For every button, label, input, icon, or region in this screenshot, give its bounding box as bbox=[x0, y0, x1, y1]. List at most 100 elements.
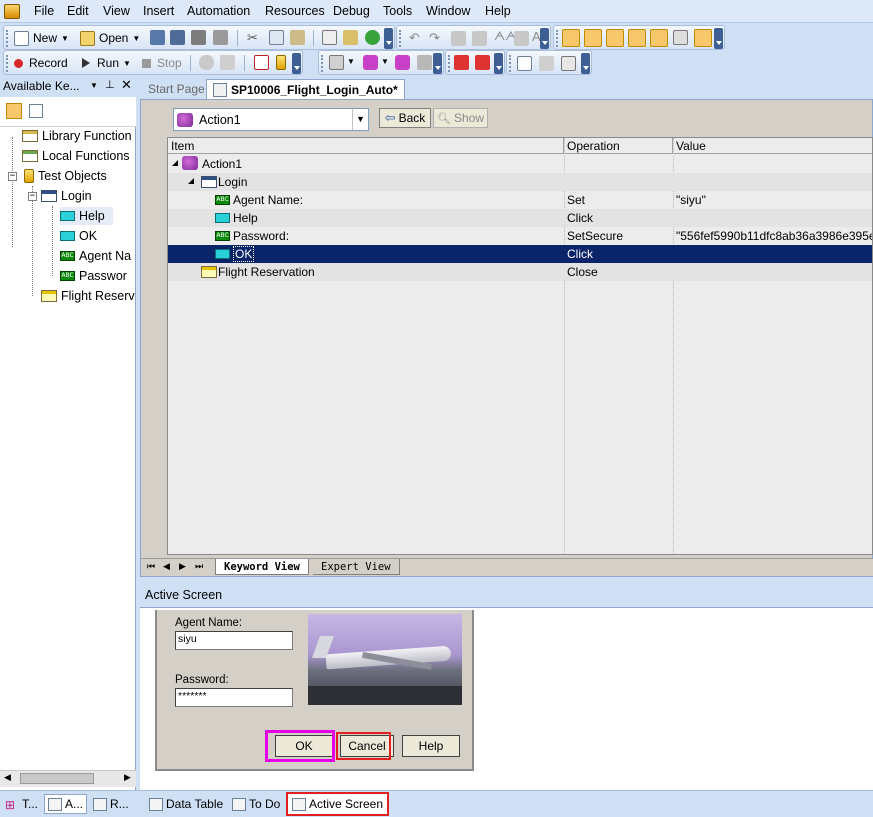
tree-item-agent-name[interactable]: ABC Agent Na bbox=[60, 247, 131, 265]
scroll-left-icon[interactable]: ◀ bbox=[4, 773, 11, 783]
collapse-toggle[interactable]: − bbox=[28, 192, 37, 201]
next-tab-icon[interactable]: ▶ bbox=[179, 562, 186, 572]
action-selector[interactable]: Action1 ▼ bbox=[173, 108, 369, 131]
tree-item-help[interactable]: Help bbox=[60, 207, 113, 225]
tree-item-test-objects[interactable]: Test Objects bbox=[24, 167, 107, 185]
print-preview-icon[interactable] bbox=[213, 30, 228, 45]
menu-automation[interactable]: Automation bbox=[187, 4, 250, 18]
uncomment-icon[interactable] bbox=[472, 31, 487, 46]
tab-active-screen[interactable]: Active Screen bbox=[286, 792, 390, 816]
undo-icon[interactable]: ↶ bbox=[409, 30, 420, 46]
back-button[interactable]: ⇦ Back bbox=[379, 108, 431, 128]
menu-window[interactable]: Window bbox=[426, 4, 470, 18]
call-action-icon[interactable] bbox=[395, 55, 410, 70]
tree-item-password[interactable]: ABC Passwor bbox=[60, 267, 127, 285]
replace-icon[interactable] bbox=[514, 31, 529, 46]
action-icon[interactable] bbox=[363, 55, 378, 70]
menu-file[interactable]: File bbox=[34, 4, 54, 18]
first-tab-icon[interactable]: ⏮ bbox=[147, 562, 155, 572]
tree-item-ok[interactable]: OK bbox=[60, 227, 97, 245]
copy-icon[interactable] bbox=[269, 30, 284, 45]
object-repository-icon[interactable] bbox=[343, 30, 358, 45]
tab-available-keywords[interactable]: A... bbox=[44, 794, 88, 814]
collapse-toggle[interactable]: − bbox=[8, 172, 17, 181]
active-screen-icon[interactable] bbox=[650, 29, 668, 47]
show-all-icon[interactable] bbox=[6, 103, 22, 119]
tab-start-page[interactable]: Start Page bbox=[142, 79, 211, 99]
test-objects-icon[interactable] bbox=[276, 55, 286, 70]
toolbar-overflow[interactable] bbox=[384, 28, 393, 49]
expand-triangle-icon[interactable]: ◢ bbox=[172, 158, 178, 167]
table-row[interactable]: Help Click bbox=[168, 209, 872, 227]
agent-name-field[interactable]: siyu bbox=[175, 631, 293, 650]
pin-icon[interactable]: ⊥ bbox=[105, 78, 115, 91]
table-row[interactable]: Flight Reservation Close bbox=[168, 263, 872, 281]
tab-expert-view[interactable]: Expert View bbox=[313, 559, 400, 575]
column-header-operation[interactable]: Operation bbox=[564, 138, 673, 154]
tab-to-do[interactable]: To Do bbox=[229, 794, 283, 814]
filter-icon[interactable] bbox=[29, 104, 43, 118]
open-button[interactable]: Open ▼ bbox=[80, 29, 140, 47]
new-button[interactable]: New ▼ bbox=[14, 29, 69, 47]
tab-keyword-view[interactable]: Keyword View bbox=[215, 559, 309, 575]
expert-view-icon[interactable] bbox=[584, 29, 602, 47]
object-spy-icon[interactable] bbox=[199, 55, 214, 70]
options-icon[interactable] bbox=[561, 56, 576, 71]
prev-tab-icon[interactable]: ◀ bbox=[163, 562, 170, 572]
tree-item-local-functions[interactable]: Local Functions bbox=[22, 147, 130, 165]
chevron-down-icon[interactable]: ▼ bbox=[347, 57, 355, 66]
toolbar-overflow[interactable] bbox=[433, 53, 442, 74]
chevron-down-icon[interactable]: ▼ bbox=[381, 57, 389, 66]
print-icon[interactable] bbox=[191, 30, 206, 45]
chevron-down-icon[interactable]: ▼ bbox=[352, 109, 368, 130]
list-icon[interactable] bbox=[517, 56, 532, 71]
last-tab-icon[interactable]: ⏭ bbox=[195, 562, 203, 572]
step-into-icon[interactable] bbox=[454, 55, 469, 70]
toolbar-grip[interactable] bbox=[448, 55, 451, 72]
tab-resources[interactable]: R... bbox=[90, 794, 132, 814]
menu-help[interactable]: Help bbox=[485, 4, 511, 18]
tree-item-flight-reservation[interactable]: Flight Reserv bbox=[41, 287, 135, 305]
horizontal-scrollbar[interactable]: ◀ ▶ bbox=[0, 770, 136, 787]
toolbar-grip[interactable] bbox=[6, 30, 9, 47]
pointer-icon[interactable] bbox=[220, 55, 235, 70]
expand-triangle-icon[interactable]: ◢ bbox=[188, 176, 194, 185]
cut-icon[interactable]: ✂ bbox=[247, 30, 258, 46]
table-row[interactable]: ◢ Login bbox=[168, 173, 872, 191]
toolbar-overflow[interactable] bbox=[540, 28, 549, 49]
toolbar-overflow[interactable] bbox=[494, 53, 503, 74]
toolbar-overflow[interactable] bbox=[292, 53, 301, 74]
keyword-view-icon[interactable] bbox=[562, 29, 580, 47]
tab-data-table[interactable]: Data Table bbox=[146, 794, 226, 814]
column-header-value[interactable]: Value bbox=[673, 138, 872, 154]
tab-test-flow[interactable]: ⊞ T... bbox=[2, 794, 41, 814]
toolbar-grip[interactable] bbox=[556, 30, 559, 47]
tree-item-library-functions[interactable]: Library Function bbox=[22, 127, 132, 145]
test-flow-icon[interactable] bbox=[606, 29, 624, 47]
menu-resources[interactable]: Resources bbox=[265, 4, 325, 18]
checkpoint-icon[interactable] bbox=[329, 55, 344, 70]
table-row[interactable]: ABC Agent Name: Set "siyu" bbox=[168, 191, 872, 209]
toolbar-grip[interactable] bbox=[509, 55, 512, 72]
tree-item-login[interactable]: Login bbox=[41, 187, 92, 205]
breakpoint-icon[interactable] bbox=[254, 55, 269, 70]
save-all-icon[interactable] bbox=[170, 30, 185, 45]
missing-resources-icon[interactable] bbox=[694, 29, 712, 47]
redo-icon[interactable]: ↷ bbox=[429, 30, 440, 46]
chevron-down-icon[interactable]: ▼ bbox=[90, 81, 98, 90]
toolbar-grip[interactable] bbox=[6, 55, 9, 72]
step-over-icon[interactable] bbox=[475, 55, 490, 70]
menu-tools[interactable]: Tools bbox=[383, 4, 412, 18]
comment-icon[interactable] bbox=[451, 31, 466, 46]
step-generator-icon[interactable] bbox=[417, 55, 432, 70]
toolbar-grip[interactable] bbox=[399, 30, 402, 47]
properties-icon[interactable] bbox=[322, 30, 337, 45]
menu-edit[interactable]: Edit bbox=[67, 4, 89, 18]
close-icon[interactable]: ✕ bbox=[121, 77, 132, 93]
run-button[interactable]: Run ▼ bbox=[82, 54, 131, 72]
toolbar-overflow[interactable] bbox=[714, 28, 723, 49]
check-icon[interactable] bbox=[365, 30, 380, 45]
show-button[interactable]: 🔍︎ Show bbox=[433, 108, 488, 128]
password-field[interactable]: ******* bbox=[175, 688, 293, 707]
help-button[interactable]: Help bbox=[402, 735, 460, 757]
